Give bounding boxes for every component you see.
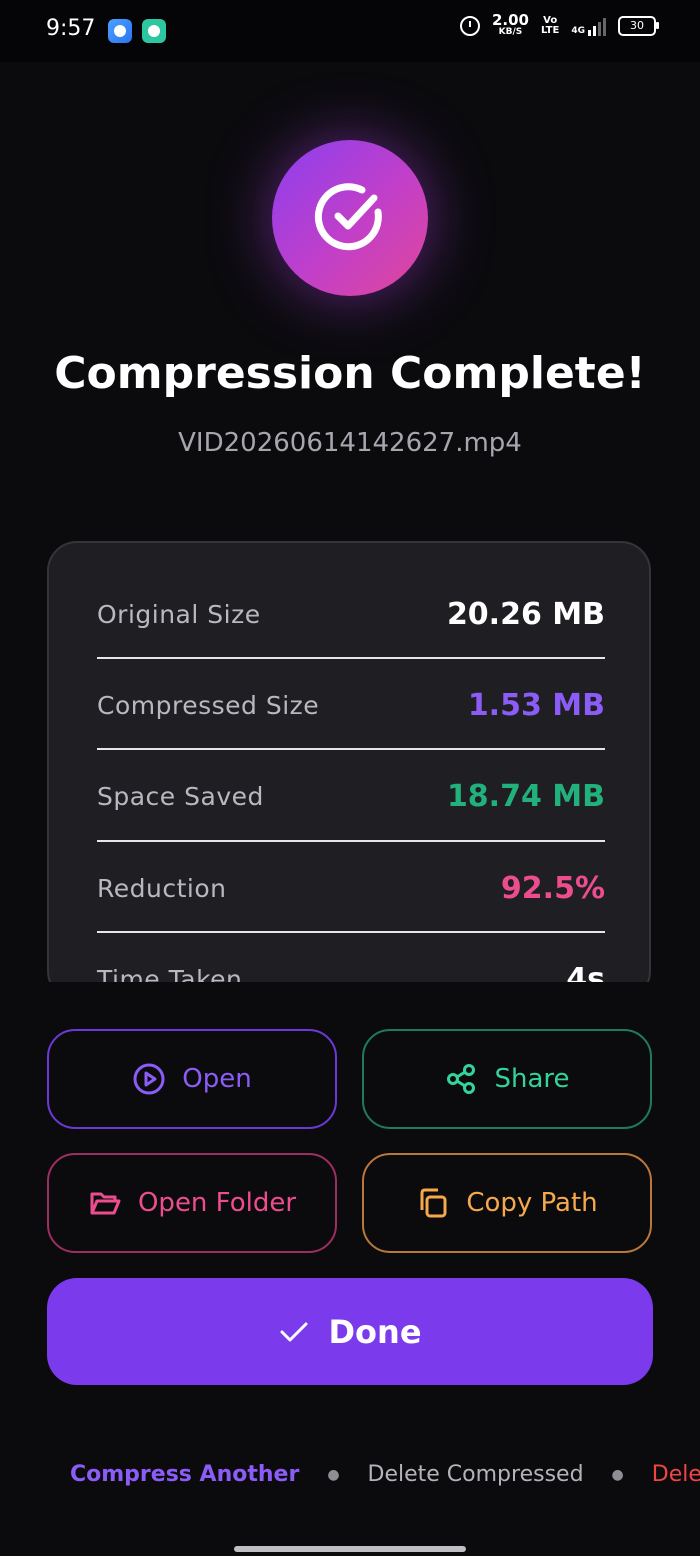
network-speed: 2.00 KB/S bbox=[491, 11, 529, 38]
stat-value: 20.26 MB bbox=[446, 596, 605, 632]
alarm-icon bbox=[459, 16, 480, 36]
copy-path-button[interactable]: Copy Path bbox=[362, 1153, 652, 1253]
delete-compressed-link[interactable]: Delete Compressed bbox=[368, 1462, 584, 1487]
copy-icon bbox=[420, 1188, 447, 1218]
stat-row-space-saved: Space Saved 18.74 MB bbox=[97, 750, 605, 842]
open-folder-button[interactable]: Open Folder bbox=[47, 1153, 337, 1253]
stat-label: Space Saved bbox=[97, 781, 264, 811]
delete-link[interactable]: Delete bbox=[652, 1462, 700, 1487]
separator-dot: ● bbox=[327, 1466, 340, 1483]
share-button[interactable]: Share bbox=[362, 1029, 652, 1129]
stat-value: 18.74 MB bbox=[446, 778, 605, 814]
page-title: Compression Complete! bbox=[54, 348, 646, 399]
stat-row-compressed-size: Compressed Size 1.53 MB bbox=[97, 659, 605, 751]
open-button-label: Open bbox=[182, 1064, 252, 1094]
play-circle-icon bbox=[133, 1063, 165, 1095]
stat-value: 1.53 MB bbox=[467, 687, 605, 723]
file-name: VID20260614142627.mp4 bbox=[178, 428, 522, 458]
folder-open-icon bbox=[90, 1192, 121, 1215]
stat-label: Original Size bbox=[97, 599, 261, 629]
check-icon bbox=[280, 1322, 308, 1341]
stat-row-original-size: Original Size 20.26 MB bbox=[97, 568, 605, 660]
copy-path-button-label: Copy Path bbox=[466, 1188, 598, 1218]
stat-label: Compressed Size bbox=[97, 690, 320, 720]
signal-icon: 4G bbox=[571, 16, 606, 36]
stat-row-reduction: Reduction 92.5% bbox=[97, 842, 605, 934]
battery-icon: 30 bbox=[618, 16, 659, 36]
volte-indicator: Vo LTE bbox=[540, 15, 560, 36]
weather-app-icon bbox=[108, 19, 132, 43]
bottom-links: Compress Another ● Delete Compressed ● D… bbox=[70, 1462, 700, 1487]
done-button[interactable]: Done bbox=[47, 1278, 653, 1385]
home-indicator[interactable] bbox=[234, 1546, 466, 1552]
share-icon bbox=[447, 1064, 476, 1094]
scroll-clip bbox=[0, 982, 700, 1012]
status-time: 9:57 bbox=[46, 16, 96, 41]
status-indicators: 2.00 KB/S Vo LTE 4G 30 bbox=[459, 11, 659, 38]
stats-card: Original Size 20.26 MB Compressed Size 1… bbox=[47, 541, 651, 1001]
compress-another-link[interactable]: Compress Another bbox=[70, 1462, 299, 1487]
done-button-label: Done bbox=[328, 1312, 422, 1351]
status-bar: 9:57 2.00 KB/S Vo LTE 4G 30 bbox=[0, 0, 700, 62]
success-check-icon bbox=[272, 140, 428, 296]
share-button-label: Share bbox=[494, 1064, 570, 1094]
stat-label: Reduction bbox=[97, 873, 227, 903]
separator-dot: ● bbox=[611, 1466, 624, 1483]
chat-app-icon bbox=[142, 19, 166, 43]
stat-value: 92.5% bbox=[500, 870, 605, 906]
open-button[interactable]: Open bbox=[47, 1029, 337, 1129]
open-folder-button-label: Open Folder bbox=[137, 1188, 297, 1218]
